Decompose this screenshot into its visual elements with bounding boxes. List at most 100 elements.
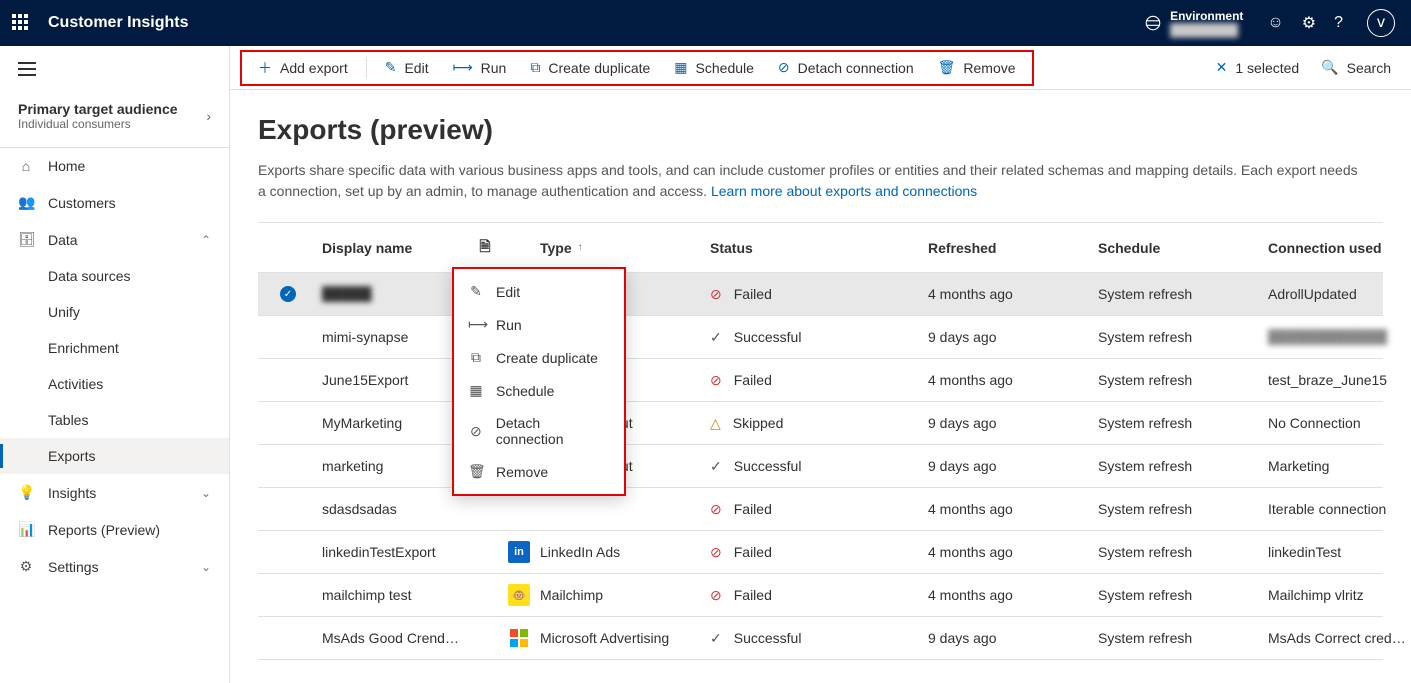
menu-edit[interactable]: ✎Edit	[454, 275, 624, 308]
home-icon: ⌂	[18, 158, 34, 174]
row-checkbox[interactable]: ✓	[280, 286, 296, 302]
unlink-icon: ⊘	[468, 423, 484, 440]
create-duplicate-button[interactable]: ⧉Create duplicate	[520, 53, 660, 82]
help-icon[interactable]: ?	[1334, 14, 1343, 32]
run-button[interactable]: ⟼Run	[443, 53, 517, 82]
sidebar-item-customers[interactable]: 👥Customers	[0, 184, 229, 221]
feedback-icon[interactable]: ☺	[1267, 14, 1283, 32]
run-icon: ⟼	[453, 59, 473, 76]
add-export-button[interactable]: ＋Add export	[248, 52, 358, 84]
avatar[interactable]: v	[1367, 9, 1395, 37]
cell-refreshed: 9 days ago	[924, 415, 1094, 431]
col-type[interactable]: Type↑	[536, 240, 706, 256]
cell-display-name: MyMarketing	[318, 415, 468, 431]
table-row[interactable]: June15Export⊘Failed4 months agoSystem re…	[258, 359, 1383, 402]
remove-button[interactable]: 🗑Remove	[928, 53, 1026, 82]
highlight-toolbar-box: ＋Add export ✎Edit ⟼Run ⧉Create duplicate…	[240, 50, 1034, 86]
cell-refreshed: 9 days ago	[924, 630, 1094, 646]
search-icon: 🔍	[1321, 59, 1338, 76]
table-row[interactable]: marketingMarketing (Out✓Successful9 days…	[258, 445, 1383, 488]
nav-label: Insights	[48, 485, 96, 501]
status-success-icon: ✓	[710, 329, 722, 346]
table-row[interactable]: MsAds Good Crendetial...Microsoft Advert…	[258, 617, 1383, 660]
audience-selector[interactable]: Primary target audience Individual consu…	[0, 83, 229, 148]
sidebar-item-data[interactable]: 🗄Data⌃	[0, 221, 229, 258]
col-schedule[interactable]: Schedule	[1094, 240, 1264, 256]
topbar-actions: ☺ ⚙ ? v	[1267, 9, 1389, 37]
nav-label: Unify	[48, 304, 80, 320]
cell-connection: Iterable connection	[1264, 501, 1411, 517]
app-launcher-icon[interactable]	[12, 14, 30, 32]
sidebar-item-enrichment[interactable]: Enrichment	[0, 330, 229, 366]
sidebar-item-reports-preview-[interactable]: 📊Reports (Preview)	[0, 511, 229, 548]
sidebar-item-activities[interactable]: Activities	[0, 366, 229, 402]
copy-icon: ⧉	[530, 59, 540, 76]
table-row[interactable]: sdasdsadas⊘Failed4 months agoSystem refr…	[258, 488, 1383, 531]
sidebar-item-data-sources[interactable]: Data sources	[0, 258, 229, 294]
type-logo: 🐵	[508, 584, 530, 606]
nav-label: Customers	[48, 195, 116, 211]
settings-icon[interactable]: ⚙	[1302, 13, 1316, 33]
pencil-icon: ✎	[385, 59, 397, 76]
menu-remove[interactable]: 🗑Remove	[454, 455, 624, 488]
sidebar-item-unify[interactable]: Unify	[0, 294, 229, 330]
environment-icon	[1144, 14, 1162, 32]
nav-label: Settings	[48, 559, 99, 575]
cell-schedule: System refresh	[1094, 415, 1264, 431]
cell-status: ⊘Failed	[706, 286, 924, 303]
nav-label: Exports	[48, 448, 95, 464]
clear-icon: ✕	[1216, 59, 1228, 76]
sidebar-item-home[interactable]: ⌂Home	[0, 148, 229, 184]
col-status[interactable]: Status	[706, 240, 924, 256]
menu-schedule[interactable]: ▦Schedule	[454, 374, 624, 407]
cell-status: ⊘Failed	[706, 372, 924, 389]
calendar-icon: ▦	[468, 382, 484, 399]
clear-selection-button[interactable]: ✕1 selected	[1206, 53, 1310, 82]
environment-selector[interactable]: Environment ████████	[1144, 9, 1243, 38]
status-failed-icon: ⊘	[710, 286, 722, 303]
status-failed-icon: ⊘	[710, 372, 722, 389]
cell-type: Microsoft Advertising	[536, 630, 706, 646]
sidebar-item-tables[interactable]: Tables	[0, 402, 229, 438]
edit-button[interactable]: ✎Edit	[375, 53, 439, 82]
nav-label: Enrichment	[48, 340, 119, 356]
menu-create-duplicate[interactable]: ⧉Create duplicate	[454, 341, 624, 374]
cell-schedule: System refresh	[1094, 587, 1264, 603]
type-logo	[509, 628, 529, 648]
environment-name: ████████	[1170, 23, 1243, 37]
nav-list: ⌂Home👥Customers🗄Data⌃ Data sources Unify En…	[0, 148, 229, 585]
calendar-icon: ▦	[674, 59, 687, 76]
chevron-down-icon: ⌄	[201, 486, 211, 500]
cell-display-name: mailchimp test	[318, 587, 468, 603]
sidebar-toggle[interactable]	[0, 46, 229, 83]
col-display-name[interactable]: Display name	[318, 240, 468, 256]
detach-connection-button[interactable]: ⊘Detach connection	[768, 53, 924, 82]
sort-asc-icon: ↑	[578, 242, 583, 253]
nav-label: Data sources	[48, 268, 130, 284]
table-row[interactable]: ✓█████✎⋮➲AdRoll⊘Failed4 months agoSystem…	[258, 273, 1383, 316]
search-button[interactable]: 🔍Search	[1311, 53, 1401, 82]
cell-status: △Skipped	[706, 415, 924, 432]
cell-status: ✓Successful	[706, 458, 924, 475]
chevron-down-icon: ⌄	[201, 560, 211, 574]
sidebar-item-insights[interactable]: 💡 Insights ⌄	[0, 474, 229, 511]
col-refreshed[interactable]: Refreshed	[924, 240, 1094, 256]
run-icon: ⟼	[468, 316, 484, 333]
learn-more-link[interactable]: Learn more about exports and connections	[711, 183, 977, 199]
schedule-button[interactable]: ▦Schedule	[664, 53, 764, 82]
menu-detach-connection[interactable]: ⊘Detach connection	[454, 407, 624, 455]
table-row[interactable]: mailchimp test🐵Mailchimp⊘Failed4 months …	[258, 574, 1383, 617]
table-row[interactable]: MyMarketingMarketing (Out△Skipped9 days …	[258, 402, 1383, 445]
chart-icon: 📊	[18, 521, 34, 538]
status-failed-icon: ⊘	[710, 501, 722, 518]
menu-run[interactable]: ⟼Run	[454, 308, 624, 341]
sidebar-item-settings[interactable]: ⚙Settings⌄	[0, 548, 229, 585]
table-row[interactable]: mimi-synapseAnalytics✓Successful9 days a…	[258, 316, 1383, 359]
bulb-icon: 💡	[18, 484, 34, 501]
table-row[interactable]: linkedinTestExportinLinkedIn Ads⊘Failed4…	[258, 531, 1383, 574]
cell-status: ⊘Failed	[706, 544, 924, 561]
cell-display-name: mimi-synapse	[318, 329, 468, 345]
col-connection[interactable]: Connection used	[1264, 240, 1411, 256]
cell-display-name: linkedinTestExport	[318, 544, 468, 560]
sidebar-item-exports[interactable]: Exports	[0, 438, 229, 474]
